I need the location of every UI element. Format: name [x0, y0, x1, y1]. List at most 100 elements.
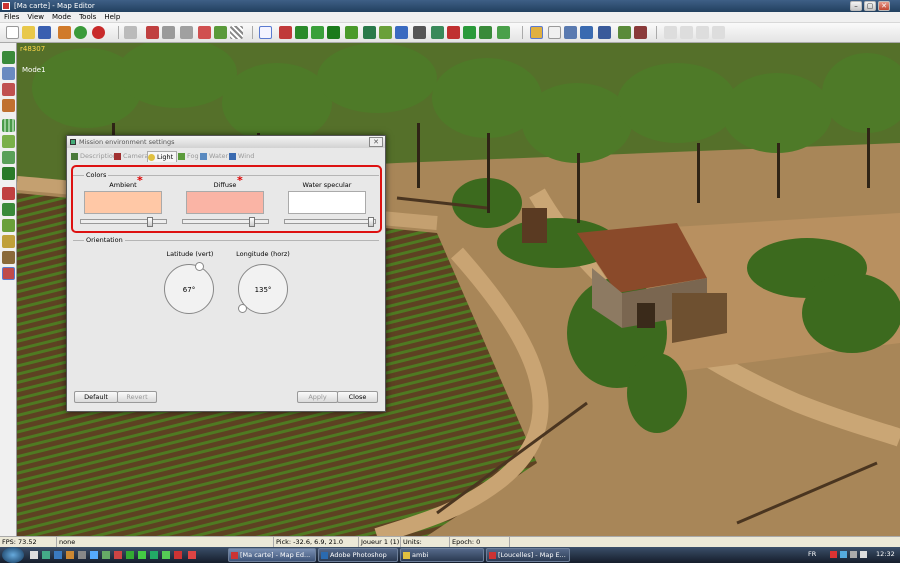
language-indicator[interactable]: FR [808, 550, 816, 558]
menu-mode[interactable]: Mode [48, 12, 75, 23]
task-photoshop[interactable]: Adobe Photoshop [318, 548, 398, 562]
terrain-tool-icon[interactable] [2, 51, 15, 64]
task-map-editor-1[interactable]: [Ma carte] - Map Ed... [228, 548, 316, 562]
zone-icon[interactable] [431, 26, 444, 39]
quicklaunch-4-icon[interactable] [66, 551, 74, 559]
field-tool-icon[interactable] [2, 151, 15, 164]
bush-icon[interactable] [327, 26, 340, 39]
tree-icon[interactable] [295, 26, 308, 39]
area-icon[interactable] [363, 26, 376, 39]
document-icon[interactable] [548, 26, 561, 39]
grass-tool-icon[interactable] [2, 135, 15, 148]
quicklaunch-1-icon[interactable] [30, 551, 38, 559]
light-icon[interactable] [530, 26, 543, 39]
player-readout: Joueur 1 (1) [361, 537, 401, 547]
quicklaunch-8-icon[interactable] [114, 551, 122, 559]
tab-water[interactable]: Water [200, 151, 228, 162]
close-button[interactable]: Close [337, 391, 378, 403]
settings-icon[interactable] [580, 26, 593, 39]
building-tool-icon[interactable] [2, 99, 15, 112]
dialog-app-icon [70, 139, 76, 145]
latitude-dial-knob[interactable] [195, 262, 204, 271]
quicklaunch-11-icon[interactable] [150, 551, 158, 559]
water-icon[interactable] [395, 26, 408, 39]
longitude-dial-knob[interactable] [238, 304, 247, 313]
tools-icon[interactable] [634, 26, 647, 39]
maximize-button[interactable]: ▢ [864, 1, 876, 11]
menu-files[interactable]: Files [0, 12, 23, 23]
new-file-icon[interactable] [6, 26, 19, 39]
tray-3-icon[interactable] [850, 551, 857, 558]
grid-tool-icon[interactable] [2, 119, 15, 132]
vegetation-icon[interactable] [311, 26, 324, 39]
quicklaunch-10-icon[interactable] [138, 551, 146, 559]
terrain-raise-icon[interactable] [198, 26, 211, 39]
forest-tool-icon[interactable] [2, 167, 15, 180]
tab-camera[interactable]: Camera [114, 151, 149, 162]
tab-fog[interactable]: Fog [178, 151, 199, 162]
apply-button[interactable]: Apply [297, 391, 338, 403]
flag-icon[interactable] [447, 26, 460, 39]
quicklaunch-6-icon[interactable] [90, 551, 98, 559]
save-icon[interactable] [38, 26, 51, 39]
dialog-title-bar[interactable]: Mission environment settings ✕ [67, 136, 385, 148]
camera-icon[interactable] [564, 26, 577, 39]
start-button[interactable] [2, 547, 24, 563]
open-folder-icon[interactable] [22, 26, 35, 39]
map-properties-icon[interactable] [58, 26, 71, 39]
bush-tool-icon[interactable] [2, 203, 15, 216]
trigger-icon[interactable] [463, 26, 476, 39]
quicklaunch-9-icon[interactable] [126, 551, 134, 559]
tab-description[interactable]: Description [71, 151, 117, 162]
export-icon[interactable] [598, 26, 611, 39]
tray-2-icon[interactable] [840, 551, 847, 558]
close-window-button[interactable]: ✕ [878, 1, 890, 11]
fence-tool-icon[interactable] [2, 251, 15, 264]
minimap-icon[interactable] [618, 26, 631, 39]
grid-icon[interactable] [230, 26, 243, 39]
forest-icon[interactable] [345, 26, 358, 39]
sky-tool-icon[interactable] [2, 67, 15, 80]
tab-wind[interactable]: Wind [229, 151, 254, 162]
latitude-dial[interactable]: 67° [164, 264, 214, 314]
terrain-texture-icon[interactable] [214, 26, 227, 39]
tab-light[interactable]: Light [147, 151, 177, 162]
clock: 12:32 [876, 550, 895, 558]
quicklaunch-13-icon[interactable] [174, 551, 182, 559]
revert-button[interactable]: Revert [117, 391, 157, 403]
crop-tool-icon[interactable] [2, 219, 15, 232]
dialog-close-button[interactable]: ✕ [369, 137, 383, 147]
quicklaunch-3-icon[interactable] [54, 551, 62, 559]
arrow-tool-icon[interactable] [180, 26, 193, 39]
paint-icon[interactable] [146, 26, 159, 39]
path-icon[interactable] [479, 26, 492, 39]
quicklaunch-14-icon[interactable] [188, 551, 196, 559]
quicklaunch-7-icon[interactable] [102, 551, 110, 559]
select-cursor-icon[interactable] [259, 26, 272, 39]
default-button[interactable]: Default [74, 391, 118, 403]
menu-view[interactable]: View [23, 12, 48, 23]
road-tool-icon[interactable] [2, 235, 15, 248]
minimize-button[interactable]: – [850, 1, 862, 11]
task-ambi[interactable]: ambi [400, 548, 484, 562]
road-icon[interactable] [379, 26, 392, 39]
menu-tools[interactable]: Tools [75, 12, 100, 23]
house-tool-icon[interactable] [2, 83, 15, 96]
waypoint-icon[interactable] [497, 26, 510, 39]
unit-tool-icon[interactable] [2, 187, 15, 200]
task-map-editor-2[interactable]: [Loucelles] - Map E... [486, 548, 570, 562]
globe-icon[interactable] [74, 26, 87, 39]
unit-icon[interactable] [279, 26, 292, 39]
epoch-readout: Epoch: 0 [450, 537, 510, 547]
undo-icon[interactable] [124, 26, 137, 39]
quicklaunch-2-icon[interactable] [42, 551, 50, 559]
object-icon[interactable] [413, 26, 426, 39]
quicklaunch-12-icon[interactable] [162, 551, 170, 559]
tray-1-icon[interactable] [830, 551, 837, 558]
volume-icon[interactable] [860, 551, 867, 558]
hand-icon[interactable] [162, 26, 175, 39]
quicklaunch-5-icon[interactable] [78, 551, 86, 559]
stop-icon[interactable] [92, 26, 105, 39]
shelter-tool-icon[interactable] [2, 267, 15, 280]
menu-help[interactable]: Help [100, 12, 124, 23]
